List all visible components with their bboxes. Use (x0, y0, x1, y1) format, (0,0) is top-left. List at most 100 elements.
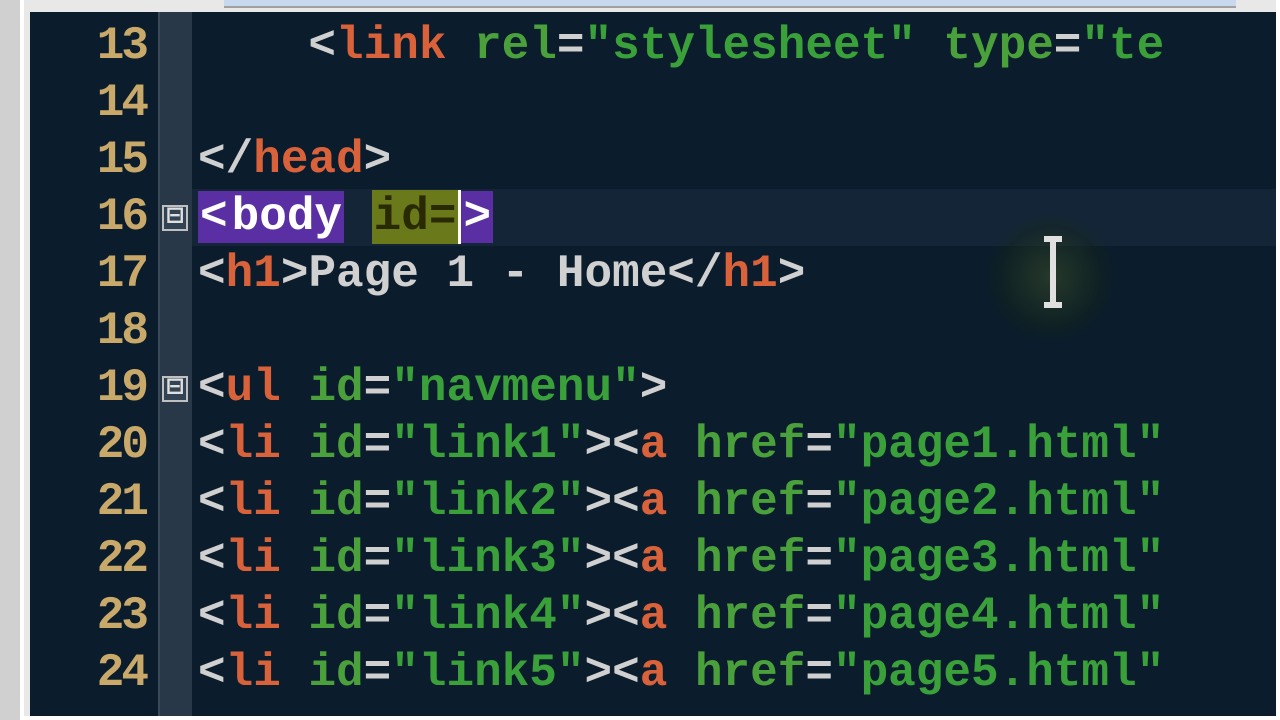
tag-name: ul (226, 362, 281, 414)
angle-bracket: < (198, 476, 226, 528)
equals: = (805, 419, 833, 471)
angle-bracket: < (198, 533, 226, 585)
fold-slot (160, 417, 192, 474)
code-line[interactable]: <li id="link2"><a href="page2.html" (192, 474, 1276, 531)
angle-bracket: </ (198, 134, 253, 186)
angle-bracket: </ (667, 248, 722, 300)
tag-name: li (226, 647, 281, 699)
space (281, 362, 309, 414)
code-line-active[interactable]: <body id=> (192, 189, 1276, 246)
space (667, 590, 695, 642)
angle-bracket: > (778, 248, 806, 300)
code-line[interactable]: <li id="link1"><a href="page1.html" (192, 417, 1276, 474)
fold-slot (160, 474, 192, 531)
attr-value: "link5" (391, 647, 584, 699)
tag-name: h1 (723, 248, 778, 300)
angle-bracket: > (585, 647, 613, 699)
line-number: 14 (30, 75, 158, 132)
angle-bracket: < (198, 248, 226, 300)
angle-bracket: > (461, 191, 493, 243)
line-number: 23 (30, 588, 158, 645)
space (667, 647, 695, 699)
fold-toggle-icon[interactable]: ⊟ (162, 205, 188, 231)
angle-bracket: < (612, 476, 640, 528)
equals: = (805, 533, 833, 585)
attr-name: type (943, 20, 1053, 72)
line-number: 17 (30, 246, 158, 303)
attr-name: href (695, 590, 805, 642)
attr-name: id (308, 647, 363, 699)
tag-name: body (230, 191, 344, 243)
attr-value: "page3.html" (833, 533, 1164, 585)
equals: = (364, 476, 392, 528)
line-number-gutter: 13 14 15 16 17 18 19 20 21 22 23 24 (30, 12, 160, 716)
attr-value: "link2" (391, 476, 584, 528)
attr-name: rel (474, 20, 557, 72)
line-number: 21 (30, 474, 158, 531)
space (916, 20, 944, 72)
tag-name: li (226, 590, 281, 642)
attr-name: href (695, 533, 805, 585)
code-line[interactable]: <link rel="stylesheet" type="te (192, 18, 1276, 75)
attr-value: "page4.html" (833, 590, 1164, 642)
angle-bracket: > (585, 590, 613, 642)
fold-slot (160, 132, 192, 189)
code-line[interactable]: </head> (192, 132, 1276, 189)
angle-bracket: < (308, 20, 336, 72)
space (281, 533, 309, 585)
angle-bracket: > (281, 248, 309, 300)
tag-name: li (226, 419, 281, 471)
fold-slot (160, 18, 192, 75)
attr-value: "link3" (391, 533, 584, 585)
space (281, 419, 309, 471)
code-line[interactable]: <li id="link4"><a href="page4.html" (192, 588, 1276, 645)
line-number: 20 (30, 417, 158, 474)
angle-bracket: < (198, 191, 230, 243)
attr-value: "page2.html" (833, 476, 1164, 528)
tag-name: li (226, 476, 281, 528)
angle-bracket: < (198, 590, 226, 642)
code-line[interactable]: <ul id="navmenu"> (192, 360, 1276, 417)
code-line[interactable]: <li id="link3"><a href="page3.html" (192, 531, 1276, 588)
angle-bracket: < (612, 590, 640, 642)
tag-name: a (640, 647, 668, 699)
tag-name: link (336, 20, 446, 72)
attr-name: href (695, 476, 805, 528)
angle-bracket: < (198, 362, 226, 414)
angle-bracket: < (612, 419, 640, 471)
code-line[interactable]: <li id="link5"><a href="page5.html" (192, 645, 1276, 702)
attr-value: "te (1081, 20, 1164, 72)
attr-name: href (695, 419, 805, 471)
code-area[interactable]: <link rel="stylesheet" type="te </head> … (192, 12, 1276, 716)
angle-bracket: < (198, 647, 226, 699)
code-editor[interactable]: 13 14 15 16 17 18 19 20 21 22 23 24 ⊟ ⊟ (30, 12, 1276, 716)
attr-name: id (308, 476, 363, 528)
attr-value: "link1" (391, 419, 584, 471)
tag-name: li (226, 533, 281, 585)
code-line[interactable]: <h1>Page 1 - Home</h1> (192, 246, 1276, 303)
attr-name: id (308, 419, 363, 471)
space (344, 191, 372, 243)
attr-value: "page5.html" (833, 647, 1164, 699)
line-number: 18 (30, 303, 158, 360)
fold-slot: ⊟ (160, 189, 192, 246)
fold-slot (160, 531, 192, 588)
angle-bracket: > (364, 134, 392, 186)
line-number: 16 (30, 189, 158, 246)
line-number: 22 (30, 531, 158, 588)
code-line[interactable] (192, 303, 1276, 360)
equals: = (364, 419, 392, 471)
line-number: 13 (30, 18, 158, 75)
fold-toggle-icon[interactable]: ⊟ (162, 376, 188, 402)
angle-bracket: > (585, 476, 613, 528)
equals: = (1054, 20, 1082, 72)
toolbar-edge (224, 0, 1236, 8)
line-number: 24 (30, 645, 158, 702)
space (667, 419, 695, 471)
equals: = (364, 533, 392, 585)
line-number: 19 (30, 360, 158, 417)
attr-name: id (308, 362, 363, 414)
code-line[interactable] (192, 75, 1276, 132)
fold-slot (160, 645, 192, 702)
tag-name: a (640, 590, 668, 642)
